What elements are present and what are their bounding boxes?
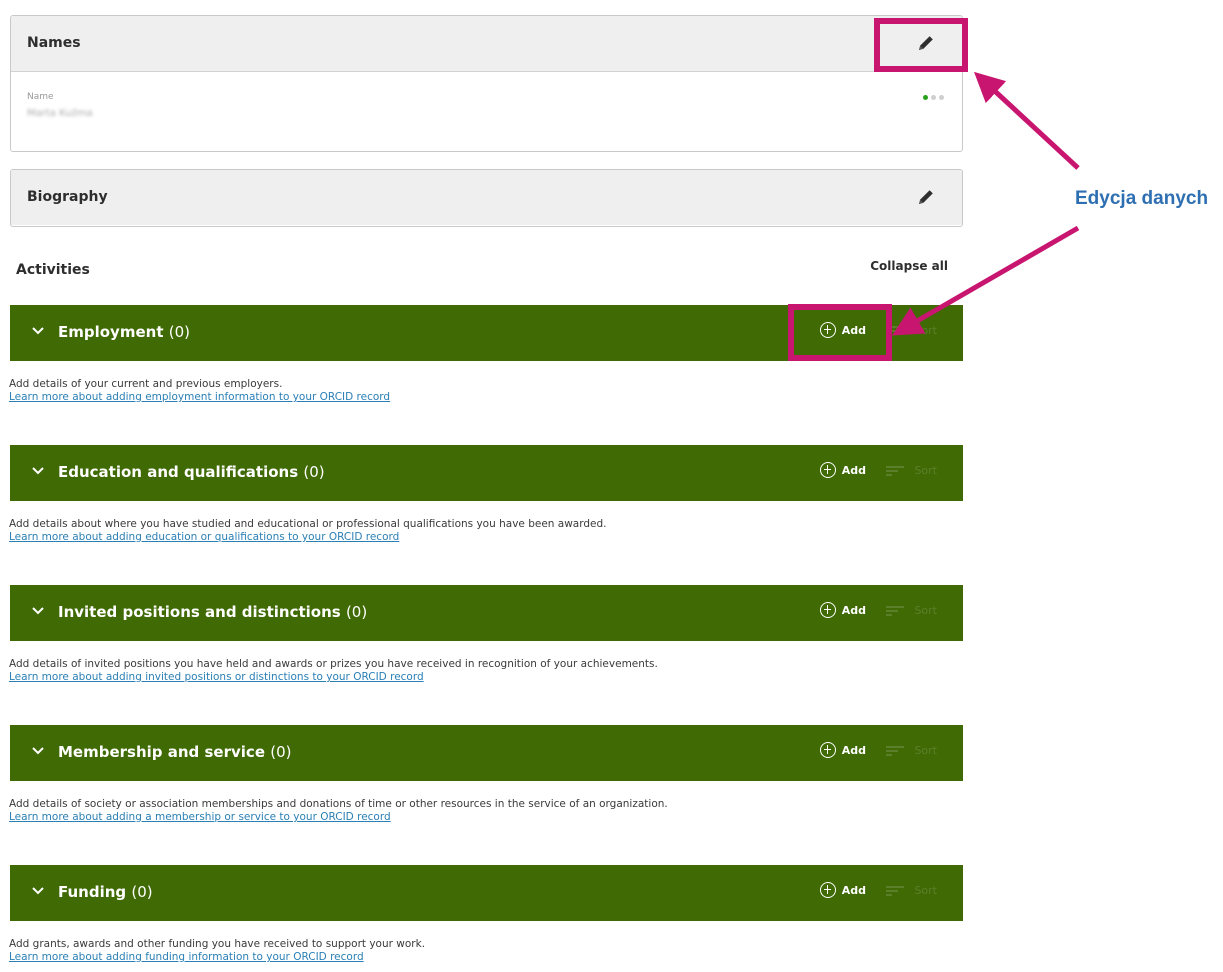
section-funding[interactable]: Funding (0) Add Sort: [10, 865, 963, 921]
edit-pencil-icon[interactable]: [916, 187, 936, 207]
visibility-private-dot: [939, 95, 944, 100]
section-description: Add details of your current and previous…: [9, 378, 391, 404]
section-title: Membership and service (0): [58, 743, 292, 761]
sort-icon: [886, 885, 905, 897]
biography-panel: Biography: [10, 169, 963, 227]
name-field-value: Marta Kuźma: [27, 108, 93, 119]
sort-button[interactable]: Sort: [886, 884, 937, 897]
sort-button[interactable]: Sort: [886, 604, 937, 617]
names-title: Names: [27, 35, 81, 51]
add-circle-icon: [819, 322, 836, 338]
collapse-all-link[interactable]: Collapse all: [870, 259, 948, 273]
add-circle-icon: [819, 882, 836, 898]
annotation-label: Edycja danych: [1075, 188, 1209, 209]
section-title: Employment (0): [58, 323, 190, 341]
add-circle-icon: [819, 462, 836, 478]
section-membership[interactable]: Membership and service (0) Add Sort: [10, 725, 963, 781]
add-button[interactable]: Add: [819, 602, 866, 618]
section-title: Invited positions and distinctions (0): [58, 603, 368, 621]
names-panel: Names Name Marta Kuźma: [10, 15, 963, 152]
learn-more-link[interactable]: Learn more about adding invited position…: [9, 671, 658, 684]
section-description: Add details of society or association me…: [9, 798, 668, 824]
add-button[interactable]: Add: [819, 462, 866, 478]
sort-icon: [886, 605, 905, 617]
name-field-label: Name: [27, 92, 54, 102]
section-description: Add grants, awards and other funding you…: [9, 938, 426, 964]
sort-icon: [886, 325, 905, 337]
section-invited-positions[interactable]: Invited positions and distinctions (0) A…: [10, 585, 963, 641]
learn-more-link[interactable]: Learn more about adding education or qua…: [9, 531, 607, 544]
chevron-down-icon[interactable]: [32, 887, 44, 895]
sort-icon: [886, 745, 905, 757]
add-circle-icon: [819, 742, 836, 758]
add-button[interactable]: Add: [819, 882, 866, 898]
chevron-down-icon[interactable]: [32, 607, 44, 615]
sort-icon: [886, 465, 905, 477]
biography-panel-header: Biography: [11, 170, 962, 225]
activities-heading: Activities: [16, 262, 90, 278]
section-description: Add details of invited positions you hav…: [9, 658, 658, 684]
add-button[interactable]: Add: [819, 742, 866, 758]
sort-button[interactable]: Sort: [886, 744, 937, 757]
visibility-indicator[interactable]: [923, 95, 944, 100]
section-education[interactable]: Education and qualifications (0) Add Sor…: [10, 445, 963, 501]
chevron-down-icon[interactable]: [32, 747, 44, 755]
visibility-public-dot: [923, 95, 928, 100]
sort-button[interactable]: Sort: [886, 464, 937, 477]
biography-title: Biography: [27, 189, 108, 205]
chevron-down-icon[interactable]: [32, 327, 44, 335]
visibility-limited-dot: [931, 95, 936, 100]
arrow-to-edit: [973, 71, 1080, 170]
names-panel-body: Name Marta Kuźma: [11, 72, 962, 151]
section-employment[interactable]: Employment (0) Add Sort: [10, 305, 963, 361]
learn-more-link[interactable]: Learn more about adding a membership or …: [9, 811, 668, 824]
section-description: Add details about where you have studied…: [9, 518, 607, 544]
learn-more-link[interactable]: Learn more about adding funding informat…: [9, 951, 425, 964]
chevron-down-icon[interactable]: [32, 467, 44, 475]
add-button[interactable]: Add: [819, 322, 866, 338]
learn-more-link[interactable]: Learn more about adding employment infor…: [9, 391, 390, 404]
names-panel-header: Names: [11, 16, 962, 72]
edit-pencil-icon[interactable]: [916, 33, 936, 53]
section-title: Education and qualifications (0): [58, 463, 325, 481]
sort-button[interactable]: Sort: [886, 324, 937, 337]
section-title: Funding (0): [58, 883, 153, 901]
add-circle-icon: [819, 602, 836, 618]
